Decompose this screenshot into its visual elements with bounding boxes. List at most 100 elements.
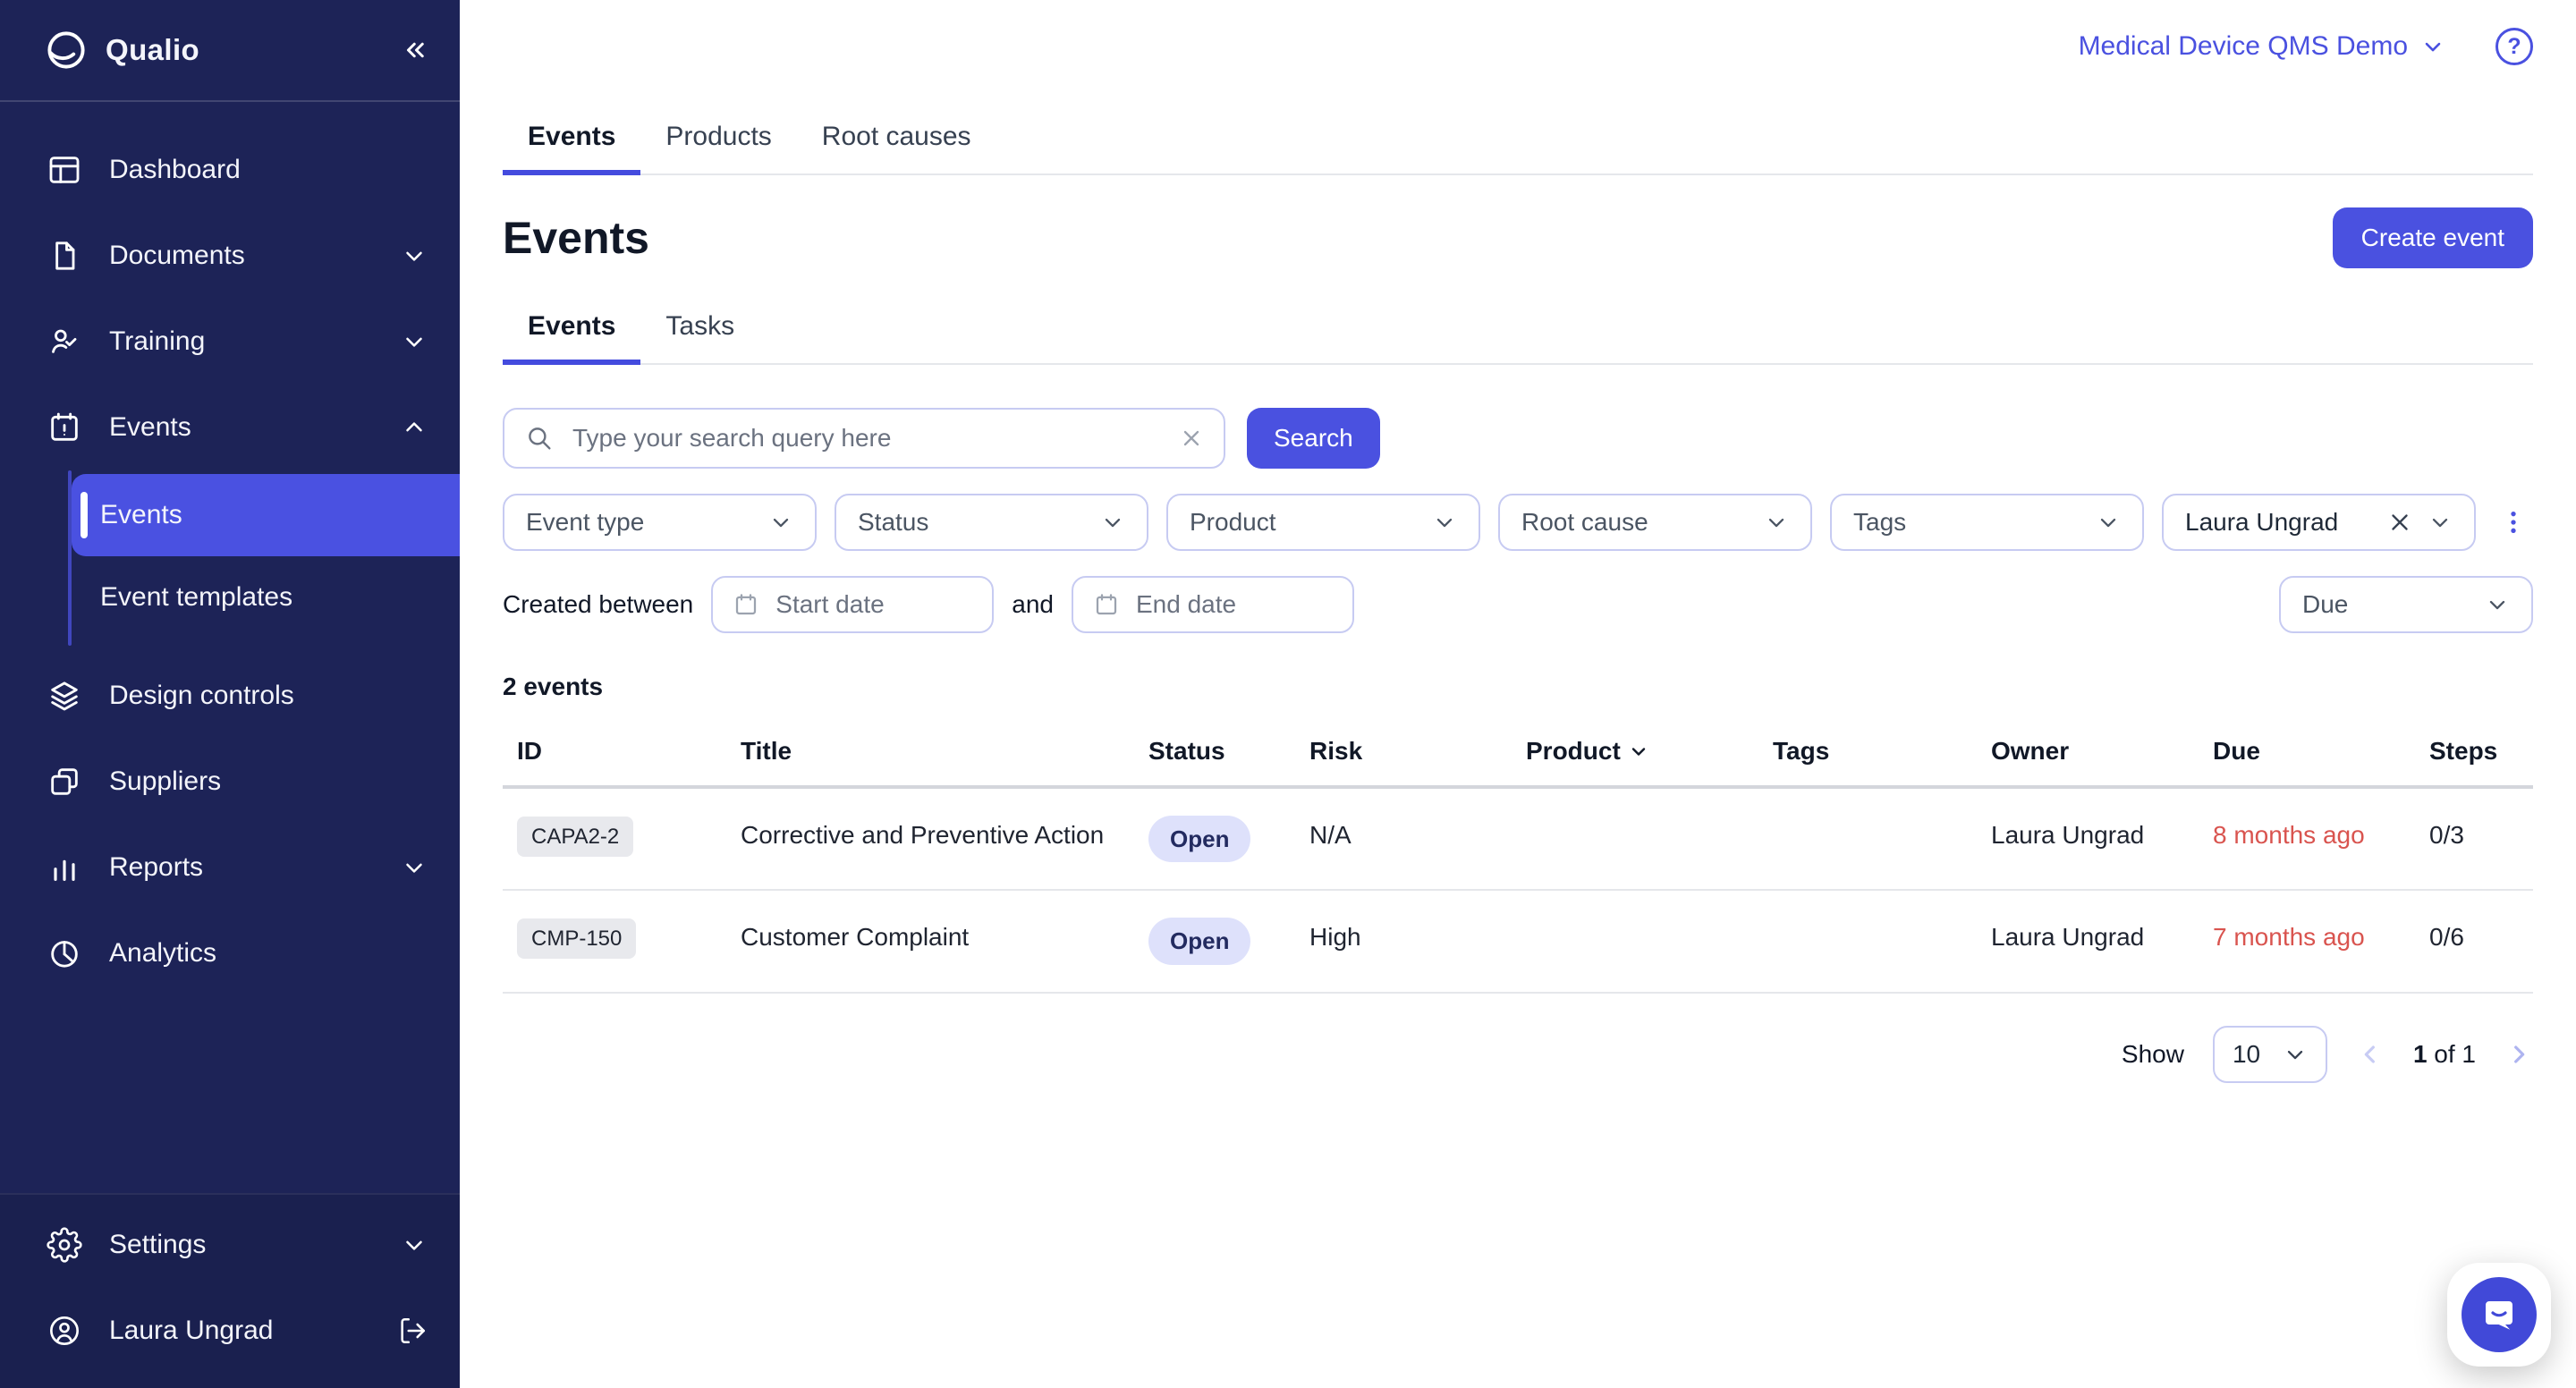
table-row[interactable]: CAPA2-2 Corrective and Preventive Action…: [503, 789, 2533, 891]
chevron-down-icon: [1432, 510, 1457, 535]
show-label: Show: [2122, 1040, 2184, 1069]
sidebar-logo-row: Qualio: [0, 0, 460, 102]
filter-label: Tags: [1853, 508, 1906, 537]
calendar-icon: [1093, 591, 1120, 618]
start-date-input[interactable]: Start date: [711, 576, 994, 633]
search-input[interactable]: [569, 422, 1165, 454]
start-date-placeholder: Start date: [775, 590, 884, 619]
column-header-product[interactable]: Product: [1512, 715, 1758, 785]
tab-events[interactable]: Events: [503, 104, 640, 174]
created-between-label: Created between: [503, 590, 693, 619]
subtab-tasks[interactable]: Tasks: [640, 293, 759, 363]
remove-filter-icon[interactable]: [2386, 509, 2413, 536]
sidebar-nav: Dashboard Documents Training Events: [0, 102, 460, 1193]
sidebar-item-training[interactable]: Training: [0, 299, 460, 385]
page-size-select[interactable]: 10: [2213, 1026, 2327, 1083]
clear-icon[interactable]: [1179, 426, 1204, 451]
id-badge: CMP-150: [517, 918, 636, 959]
sidebar-item-user[interactable]: Laura Ungrad: [0, 1288, 460, 1374]
sidebar-item-documents[interactable]: Documents: [0, 213, 460, 299]
sidebar-subitem-event-templates[interactable]: Event templates: [72, 556, 460, 639]
sidebar-item-label: Reports: [109, 852, 203, 883]
cell-title[interactable]: Customer Complaint: [726, 891, 1134, 991]
column-header-id[interactable]: ID: [503, 715, 726, 785]
sub-tabs: Events Tasks: [503, 293, 2533, 365]
cell-risk: N/A: [1295, 789, 1512, 889]
events-submenu: Events Event templates: [0, 474, 460, 639]
chevron-down-icon: [2283, 1042, 2308, 1067]
tab-products[interactable]: Products: [640, 104, 796, 174]
sidebar-item-label: Training: [109, 326, 205, 357]
status-badge: Open: [1148, 816, 1250, 862]
product-filter[interactable]: Product: [1166, 494, 1480, 551]
cell-risk: High: [1295, 891, 1512, 991]
sidebar-item-reports[interactable]: Reports: [0, 825, 460, 910]
document-icon: [47, 238, 82, 274]
cell-status: Open: [1134, 891, 1295, 991]
page-indicator: 1 of 1: [2413, 1040, 2476, 1069]
sidebar-item-dashboard[interactable]: Dashboard: [0, 127, 460, 213]
search-button[interactable]: Search: [1247, 408, 1380, 469]
column-header-risk[interactable]: Risk: [1295, 715, 1512, 785]
logout-icon[interactable]: [397, 1316, 428, 1346]
chat-bubble-icon: [2462, 1277, 2537, 1352]
org-name: Medical Device QMS Demo: [2079, 31, 2408, 62]
sidebar-item-settings[interactable]: Settings: [0, 1202, 460, 1288]
pie-chart-icon: [47, 935, 82, 971]
column-header-steps[interactable]: Steps: [2415, 715, 2533, 785]
chevron-down-icon: [768, 510, 793, 535]
more-filters-kebab-icon[interactable]: [2494, 497, 2533, 547]
user-avatar-icon: [47, 1313, 82, 1349]
next-page-icon[interactable]: [2504, 1040, 2533, 1069]
org-switcher[interactable]: Medical Device QMS Demo: [2079, 31, 2445, 62]
filter-label: Product: [1190, 508, 1276, 537]
chevron-down-icon: [401, 1231, 428, 1258]
prev-page-icon[interactable]: [2356, 1040, 2385, 1069]
due-filter[interactable]: Due: [2279, 576, 2533, 633]
calendar-icon: [733, 591, 759, 618]
tags-filter[interactable]: Tags: [1830, 494, 2144, 551]
subtab-events[interactable]: Events: [503, 293, 640, 363]
root-cause-filter[interactable]: Root cause: [1498, 494, 1812, 551]
filter-label: Due: [2302, 590, 2348, 619]
sidebar-item-analytics[interactable]: Analytics: [0, 910, 460, 996]
chevron-down-icon: [401, 242, 428, 269]
user-name-label: Laura Ungrad: [109, 1316, 273, 1346]
page-tabs: Events Products Root causes: [503, 104, 2533, 175]
current-page: 1: [2413, 1040, 2428, 1068]
page-size-value: 10: [2233, 1040, 2260, 1069]
sidebar-footer: Settings Laura Ungrad: [0, 1193, 460, 1388]
end-date-input[interactable]: End date: [1072, 576, 1354, 633]
cell-title[interactable]: Corrective and Preventive Action: [726, 789, 1134, 889]
table-row[interactable]: CMP-150 Customer Complaint Open High Lau…: [503, 891, 2533, 993]
chevron-down-icon: [2428, 510, 2453, 535]
sidebar-subitem-label: Events: [100, 500, 182, 530]
id-badge: CAPA2-2: [517, 817, 633, 857]
column-header-title[interactable]: Title: [726, 715, 1134, 785]
chat-launcher[interactable]: [2447, 1263, 2551, 1367]
column-header-due[interactable]: Due: [2199, 715, 2415, 785]
column-header-owner[interactable]: Owner: [1977, 715, 2199, 785]
owner-filter[interactable]: Laura Ungrad: [2162, 494, 2476, 551]
sidebar-item-design-controls[interactable]: Design controls: [0, 653, 460, 739]
status-filter[interactable]: Status: [835, 494, 1148, 551]
sidebar: Qualio Dashboard Documents Training: [0, 0, 460, 1388]
help-icon[interactable]: ?: [2496, 28, 2533, 65]
cell-tags: [1758, 789, 1977, 889]
event-type-filter[interactable]: Event type: [503, 494, 817, 551]
training-icon: [47, 324, 82, 360]
topbar: Medical Device QMS Demo ?: [503, 0, 2533, 93]
tab-root-causes[interactable]: Root causes: [797, 104, 996, 174]
search-row: Search: [503, 408, 2533, 469]
sidebar-item-label: Dashboard: [109, 155, 241, 185]
sidebar-item-events[interactable]: Events: [0, 385, 460, 470]
column-header-tags[interactable]: Tags: [1758, 715, 1977, 785]
create-event-button[interactable]: Create event: [2333, 207, 2533, 268]
sidebar-subitem-events[interactable]: Events: [72, 474, 460, 556]
sidebar-item-suppliers[interactable]: Suppliers: [0, 739, 460, 825]
sidebar-item-label: Analytics: [109, 938, 216, 969]
chevron-down-icon: [2096, 510, 2121, 535]
column-header-status[interactable]: Status: [1134, 715, 1295, 785]
sidebar-collapse-icon[interactable]: [399, 34, 431, 66]
active-indicator: [80, 492, 88, 538]
